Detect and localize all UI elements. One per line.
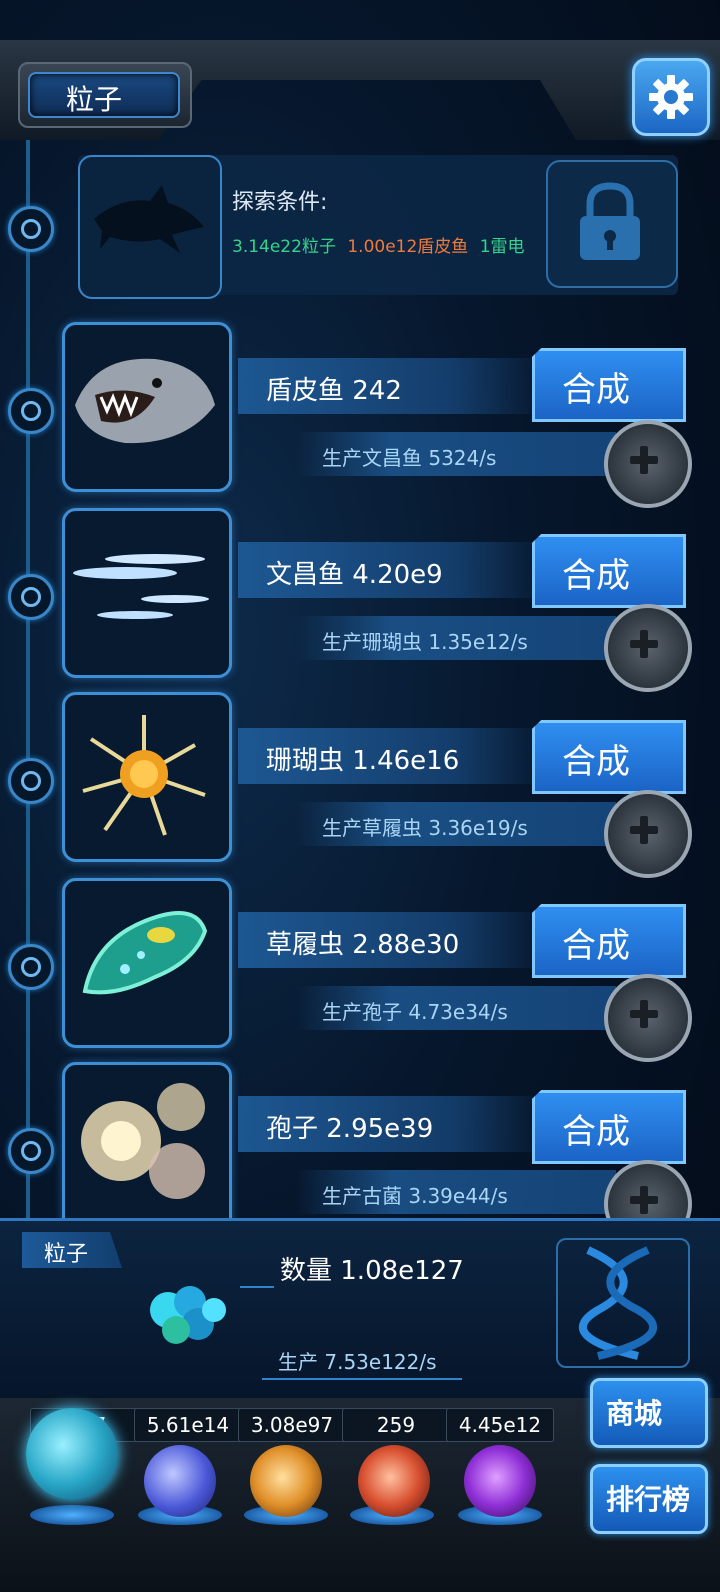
synthesize-button-label: 合成	[562, 926, 630, 966]
creature-name: 孢子 2.95e39	[266, 1114, 434, 1144]
creature-name: 文昌鱼 4.20e9	[266, 560, 443, 590]
locked-creature-silhouette	[78, 155, 222, 299]
resource-value-vortex: 4.45e12	[446, 1408, 554, 1442]
creature-image-paramecium	[62, 878, 232, 1048]
page-title: 粒子	[66, 83, 123, 116]
ranking-button-label: 排行榜	[606, 1483, 691, 1516]
synthesize-button-label: 合成	[562, 742, 630, 782]
synthesize-button-label: 合成	[562, 370, 630, 410]
creature-production: 生产珊瑚虫 1.35e12/s	[322, 630, 528, 654]
add-button[interactable]	[604, 974, 692, 1062]
orb-pedestal	[30, 1505, 114, 1525]
rail-node	[8, 758, 54, 804]
creature-production: 生产古菌 3.39e44/s	[322, 1184, 508, 1208]
gear-icon	[649, 75, 693, 119]
creature-name: 盾皮鱼 242	[266, 376, 402, 406]
creature-image-lancelet	[62, 508, 232, 678]
creature-name: 草履虫 2.88e30	[266, 930, 460, 960]
particle-orb-icon[interactable]	[26, 1408, 118, 1500]
add-button[interactable]	[604, 420, 692, 508]
creature-name: 珊瑚虫 1.46e16	[266, 746, 460, 776]
particle-count: 数量 1.08e127	[280, 1256, 464, 1286]
progress-rail	[26, 140, 30, 1220]
dna-icon	[578, 1246, 658, 1360]
shark-silhouette-icon	[94, 185, 204, 253]
creature-production: 生产草履虫 3.36e19/s	[322, 816, 528, 840]
brain-orb-icon[interactable]	[358, 1445, 430, 1517]
paramecium-icon	[82, 911, 208, 995]
particle-tag-label: 粒子	[44, 1242, 89, 1267]
connector-line	[240, 1286, 274, 1288]
requirement-particle: 3.14e22粒子	[232, 237, 336, 257]
creature-image-coral-polyp	[62, 692, 232, 862]
rail-node	[8, 574, 54, 620]
rail-node-lock	[8, 206, 54, 252]
creature-image-spore	[62, 1062, 232, 1232]
particle-cluster-image	[128, 1270, 238, 1354]
locked-slot	[546, 160, 678, 288]
add-button[interactable]	[604, 790, 692, 878]
rail-node	[8, 944, 54, 990]
coral-polyp-icon	[82, 715, 206, 836]
add-button[interactable]	[604, 604, 692, 692]
creature-image-dunkleosteus	[62, 322, 232, 492]
creature-production: 生产文昌鱼 5324/s	[322, 446, 497, 470]
lightning-orb-icon[interactable]	[144, 1445, 216, 1517]
lancelet-icon	[73, 554, 209, 619]
particle-cluster-icon	[150, 1286, 226, 1344]
vortex-orb-icon[interactable]	[464, 1445, 536, 1517]
explore-condition-label: 探索条件:	[232, 190, 328, 215]
spore-icon	[81, 1083, 205, 1199]
dna-panel	[556, 1238, 690, 1368]
requirement-dunkleosteus: 1.00e12盾皮鱼	[347, 237, 469, 257]
shop-button-label: 商城	[606, 1397, 663, 1430]
resource-value-brain: 259	[342, 1408, 450, 1442]
connector-line	[262, 1378, 462, 1380]
dunkleosteus-icon	[75, 358, 215, 444]
particle-production: 生产 7.53e122/s	[278, 1350, 437, 1374]
galaxy-orb-icon[interactable]	[250, 1445, 322, 1517]
synthesize-button-label: 合成	[562, 1112, 630, 1152]
settings-button[interactable]	[632, 58, 710, 136]
resource-value-galaxy: 3.08e97	[238, 1408, 346, 1442]
explore-condition-requirements: 3.14e22粒子 1.00e12盾皮鱼 1雷电	[232, 232, 525, 257]
rail-node	[8, 388, 54, 434]
rail-node	[8, 1128, 54, 1174]
creature-production: 生产孢子 4.73e34/s	[322, 1000, 508, 1024]
requirement-lightning: 1雷电	[479, 237, 525, 257]
synthesize-button-label: 合成	[562, 556, 630, 596]
lock-icon	[580, 182, 640, 260]
resource-value-lightning: 5.61e14	[134, 1408, 242, 1442]
